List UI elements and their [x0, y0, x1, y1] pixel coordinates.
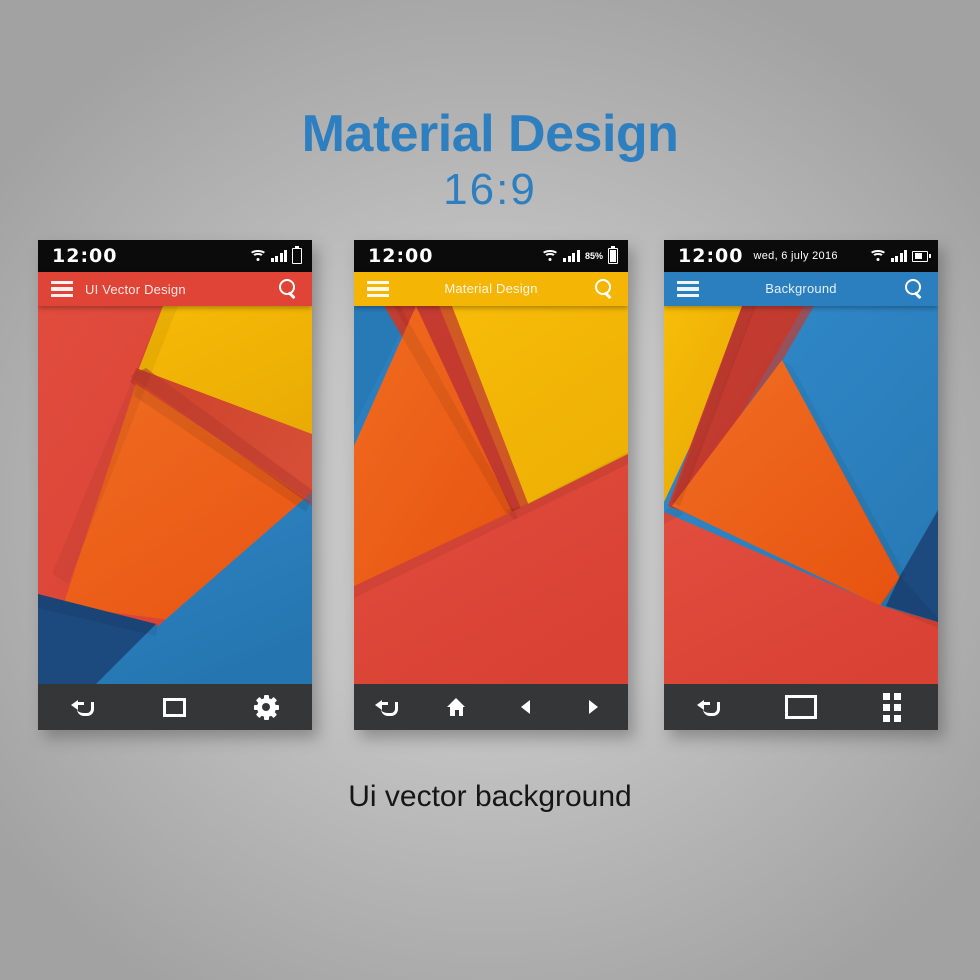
- poster-canvas: Material Design 16:9 12:00 UI Vector Des…: [0, 0, 980, 980]
- signal-icon: [563, 250, 580, 262]
- back-arrow-icon: [375, 698, 401, 716]
- signal-icon: [270, 250, 287, 262]
- back-arrow-icon: [696, 698, 723, 716]
- back-button[interactable]: [60, 690, 108, 724]
- wifi-icon: [248, 250, 267, 262]
- status-time: 12:00: [678, 245, 744, 267]
- app-bar: Background: [664, 272, 938, 306]
- app-bar: Material Design: [354, 272, 628, 306]
- status-time: 12:00: [368, 245, 434, 267]
- phone-mockup-3: 12:00 wed, 6 july 2016 Background: [664, 240, 938, 730]
- next-button[interactable]: [570, 690, 618, 724]
- wifi-icon: [541, 250, 560, 262]
- page-title: Material Design 16:9: [0, 108, 980, 212]
- settings-button[interactable]: [242, 690, 290, 724]
- hamburger-menu-icon[interactable]: [367, 280, 389, 298]
- app-bar: UI Vector Design: [38, 272, 312, 306]
- recents-button[interactable]: [777, 690, 825, 724]
- hamburger-menu-icon[interactable]: [51, 280, 73, 298]
- battery-icon: [912, 250, 928, 262]
- wifi-icon: [868, 250, 887, 262]
- app-bar-title: UI Vector Design: [85, 281, 186, 297]
- home-icon: [447, 698, 466, 716]
- phone-mockup-1: 12:00 UI Vector Design: [38, 240, 312, 730]
- wallpaper-1: [38, 306, 312, 684]
- gear-icon: [253, 694, 279, 720]
- battery-percent-label: 85%: [584, 251, 603, 261]
- home-button[interactable]: [433, 690, 481, 724]
- poster-caption: Ui vector background: [348, 780, 632, 813]
- status-time: 12:00: [52, 245, 118, 267]
- navigation-bar: [664, 684, 938, 730]
- search-icon[interactable]: [277, 278, 299, 300]
- back-button[interactable]: [686, 690, 734, 724]
- signal-icon: [890, 250, 907, 262]
- battery-icon: [292, 248, 302, 264]
- recents-button[interactable]: [151, 690, 199, 724]
- status-date: wed, 6 july 2016: [753, 250, 838, 262]
- title-main: Material Design: [301, 105, 679, 163]
- app-bar-title: Background: [765, 281, 837, 296]
- triangle-right-icon: [589, 700, 599, 714]
- back-arrow-icon: [70, 698, 97, 716]
- status-bar: 12:00 wed, 6 july 2016: [664, 240, 938, 272]
- status-icons: [248, 248, 302, 264]
- title-ratio: 16:9: [443, 165, 537, 214]
- navigation-bar: [354, 684, 628, 730]
- previous-button[interactable]: [501, 690, 549, 724]
- back-button[interactable]: [364, 690, 412, 724]
- search-icon[interactable]: [903, 278, 925, 300]
- search-icon[interactable]: [593, 278, 615, 300]
- navigation-bar: [38, 684, 312, 730]
- status-icons: [868, 250, 928, 262]
- recents-rectangle-icon: [784, 695, 817, 719]
- grid-apps-icon: [883, 692, 902, 722]
- wallpaper-2: [354, 306, 628, 684]
- triangle-left-icon: [520, 700, 530, 714]
- apps-button[interactable]: [868, 690, 916, 724]
- status-bar: 12:00 85%: [354, 240, 628, 272]
- wallpaper-3: [664, 306, 938, 684]
- recents-square-icon: [163, 697, 187, 717]
- battery-icon: [608, 248, 618, 264]
- phone-mockup-2: 12:00 85% Material Design: [354, 240, 628, 730]
- hamburger-menu-icon[interactable]: [677, 280, 699, 298]
- app-bar-title: Material Design: [444, 281, 538, 296]
- status-bar: 12:00: [38, 240, 312, 272]
- status-icons: 85%: [541, 248, 618, 264]
